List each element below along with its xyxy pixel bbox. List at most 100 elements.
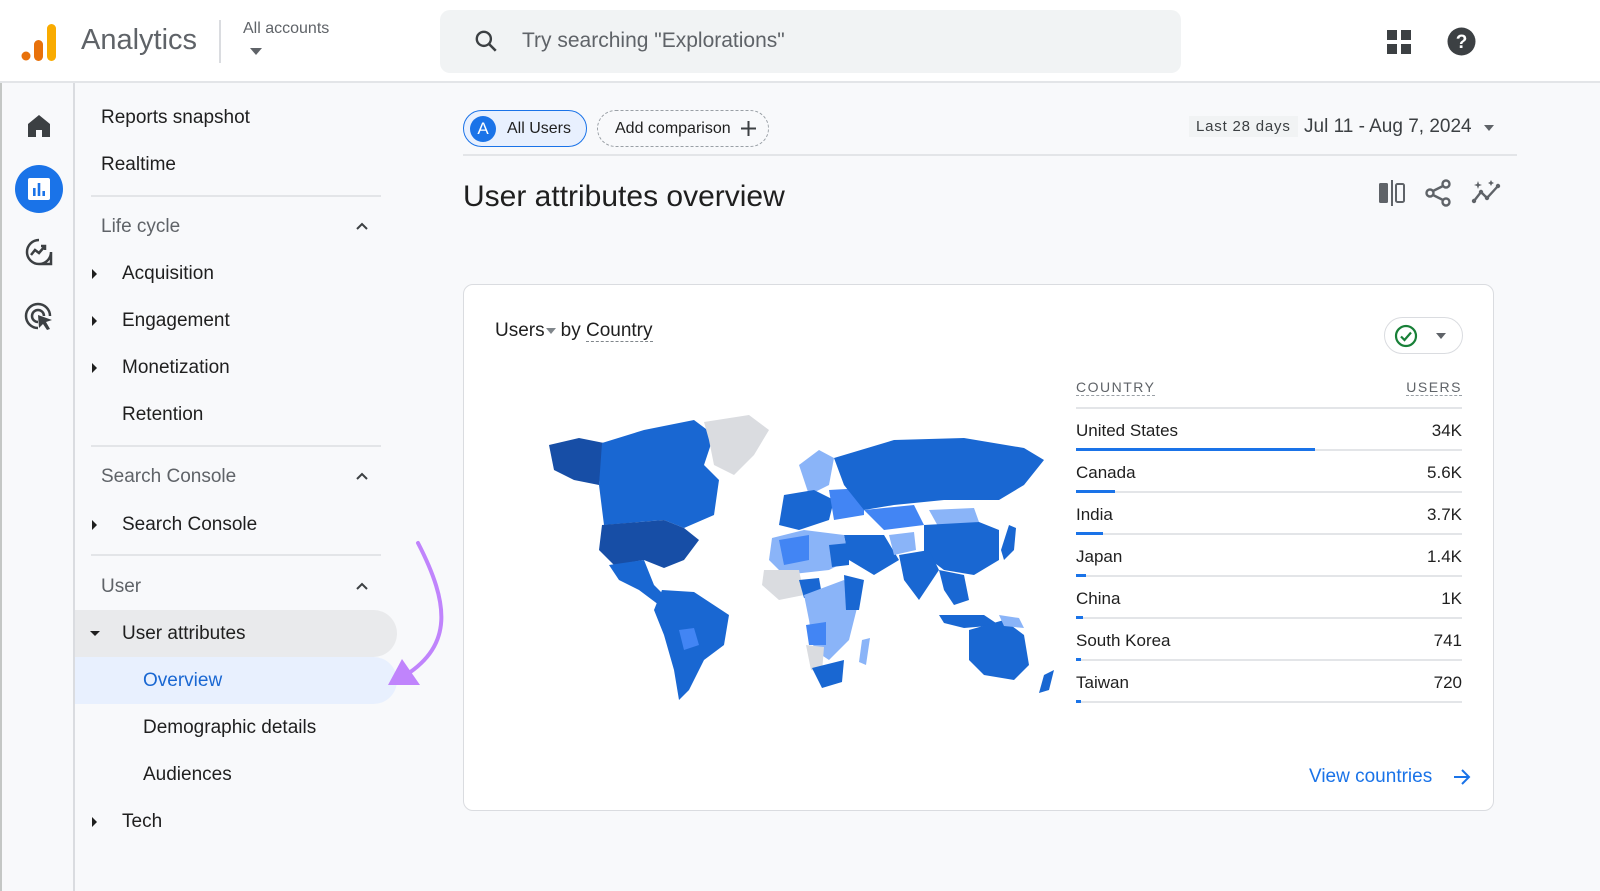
- date-preset[interactable]: Last 28 days: [1189, 116, 1298, 137]
- by-label: by: [560, 320, 581, 341]
- rail-explore[interactable]: [15, 228, 63, 276]
- table-row[interactable]: Canada 5.6K: [1076, 451, 1462, 493]
- segment-label: All Users: [507, 120, 572, 137]
- rail-advertising[interactable]: [15, 292, 63, 340]
- users-by-country-card: Users by Country COUNTRY USERS United St…: [463, 284, 1494, 811]
- page-title: User attributes overview: [463, 180, 785, 213]
- users-value: 720: [1433, 673, 1462, 692]
- compare-columns-icon[interactable]: [1377, 178, 1407, 208]
- users-value: 1K: [1441, 589, 1462, 608]
- table-row[interactable]: China 1K: [1076, 577, 1462, 619]
- search-icon: [475, 30, 497, 52]
- dimension-selector[interactable]: Country: [585, 320, 653, 342]
- expand-arrow-icon: [92, 315, 97, 326]
- nav-label: Retention: [122, 403, 204, 425]
- plus-icon: [741, 121, 756, 136]
- users-value: 34K: [1431, 421, 1462, 440]
- sidebar-nav: Reports snapshot Realtime Life cycle Acq…: [75, 83, 405, 891]
- column-header-users[interactable]: USERS: [1406, 379, 1462, 396]
- country-name: Japan: [1076, 547, 1123, 566]
- nav-monetization[interactable]: Monetization: [75, 344, 397, 391]
- expand-arrow-icon: [92, 816, 97, 827]
- table-row[interactable]: Taiwan 720: [1076, 661, 1462, 703]
- share-icon[interactable]: [1424, 178, 1454, 208]
- caret-down-icon[interactable]: [1484, 125, 1494, 131]
- map-region-russia: [834, 438, 1044, 510]
- nav-reports-snapshot[interactable]: Reports snapshot: [75, 94, 397, 141]
- nav-section-search-console[interactable]: Search Console: [75, 453, 397, 500]
- section-label: Life cycle: [101, 215, 181, 237]
- arrow-right-icon[interactable]: [1453, 768, 1471, 786]
- table-row[interactable]: Japan 1.4K: [1076, 535, 1462, 577]
- caret-down-icon[interactable]: [250, 48, 262, 55]
- nav-label: User attributes: [122, 622, 246, 644]
- nav-label: Acquisition: [122, 262, 214, 284]
- rail-home[interactable]: [15, 102, 63, 150]
- divider: [91, 445, 381, 447]
- left-rail: [0, 83, 75, 891]
- table-row[interactable]: United States 34K: [1076, 409, 1462, 451]
- expand-arrow-icon: [92, 268, 97, 279]
- world-map[interactable]: [544, 410, 1064, 705]
- nav-engagement[interactable]: Engagement: [75, 297, 397, 344]
- divider: [91, 195, 381, 197]
- explore-icon: [25, 238, 53, 266]
- nav-audiences[interactable]: Audiences: [75, 751, 397, 798]
- divider: [91, 554, 381, 556]
- nav-label: Monetization: [122, 356, 230, 378]
- top-bar: Analytics All accounts ?: [0, 0, 1600, 83]
- caret-down-icon: [1436, 333, 1446, 339]
- search-bar[interactable]: [440, 10, 1181, 73]
- map-region-alaska: [549, 438, 604, 485]
- add-comparison-label: Add comparison: [615, 120, 731, 137]
- nav-search-console[interactable]: Search Console: [75, 501, 397, 548]
- nav-section-user[interactable]: User: [75, 563, 397, 610]
- nav-label: Demographic details: [143, 716, 317, 738]
- nav-retention[interactable]: Retention: [75, 391, 397, 438]
- home-icon: [28, 115, 50, 137]
- map-region-angola: [806, 622, 826, 645]
- data-quality-button[interactable]: [1384, 317, 1463, 354]
- nav-user-attributes[interactable]: User attributes: [75, 610, 397, 657]
- table-row[interactable]: India 3.7K: [1076, 493, 1462, 535]
- app-name: Analytics: [81, 24, 198, 56]
- search-input[interactable]: [522, 24, 1122, 58]
- map-region-algeria: [779, 535, 809, 565]
- nav-overview[interactable]: Overview: [75, 657, 397, 704]
- nav-realtime[interactable]: Realtime: [75, 141, 397, 188]
- map-region-japan: [1001, 525, 1016, 560]
- nav-demographic-details[interactable]: Demographic details: [75, 704, 397, 751]
- divider: [463, 154, 1517, 156]
- add-comparison-button[interactable]: Add comparison: [597, 110, 769, 147]
- analytics-logo[interactable]: [20, 22, 60, 62]
- nav-label: Reports snapshot: [101, 106, 250, 128]
- metric-selector[interactable]: Users: [495, 320, 545, 342]
- map-region-canada: [599, 420, 719, 528]
- apps-grid-icon[interactable]: [1386, 29, 1412, 55]
- help-icon[interactable]: ?: [1447, 27, 1476, 56]
- date-range[interactable]: Jul 11 - Aug 7, 2024: [1304, 116, 1472, 138]
- country-name: India: [1076, 505, 1113, 524]
- section-label: Search Console: [101, 465, 237, 487]
- insights-icon[interactable]: [1471, 178, 1501, 208]
- nav-tech[interactable]: Tech: [75, 798, 397, 845]
- nav-acquisition[interactable]: Acquisition: [75, 250, 397, 297]
- nav-label: Engagement: [122, 309, 230, 331]
- account-selector[interactable]: All accounts: [243, 20, 329, 38]
- view-countries-link[interactable]: View countries: [1309, 766, 1432, 788]
- map-region-greenland: [704, 415, 769, 475]
- table-row[interactable]: South Korea 741: [1076, 619, 1462, 661]
- map-region-madagascar: [859, 638, 870, 665]
- caret-down-icon[interactable]: [545, 327, 556, 334]
- segment-chip-all-users[interactable]: A All Users: [463, 110, 587, 147]
- country-name: China: [1076, 589, 1121, 608]
- reports-icon: [28, 178, 50, 200]
- column-header-country[interactable]: COUNTRY: [1076, 379, 1156, 396]
- nav-section-life-cycle[interactable]: Life cycle: [75, 203, 397, 250]
- country-name: South Korea: [1076, 631, 1171, 650]
- rail-reports[interactable]: [15, 165, 63, 213]
- users-value: 5.6K: [1427, 463, 1462, 482]
- users-value: 1.4K: [1427, 547, 1462, 566]
- map-region-western-europe: [779, 490, 834, 530]
- expand-arrow-icon: [92, 519, 97, 530]
